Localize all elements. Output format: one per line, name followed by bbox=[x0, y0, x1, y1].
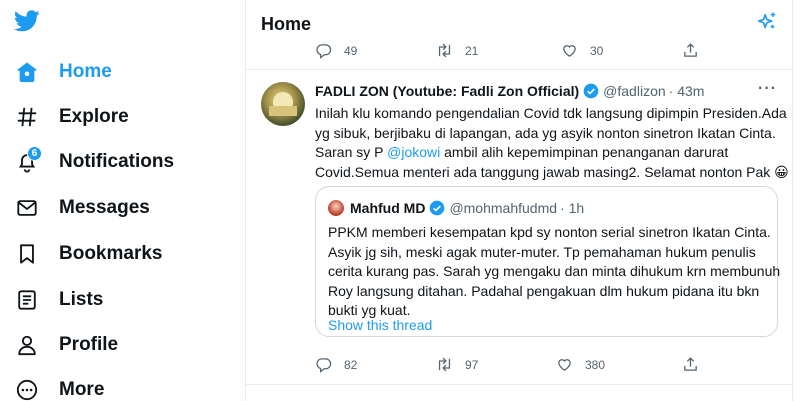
reply-button[interactable]: 82 bbox=[315, 356, 357, 373]
heart-icon bbox=[563, 45, 576, 57]
notification-badge: 6 bbox=[27, 146, 42, 161]
like-count: 380 bbox=[585, 357, 606, 372]
quoted-text-line: Roy langsung ditahan. Padahal pengakuan … bbox=[328, 282, 760, 299]
nav-label-profile: Profile bbox=[59, 334, 119, 355]
retweet-button[interactable]: 97 bbox=[436, 356, 478, 373]
nav-label-notifications: Notifications bbox=[59, 151, 175, 172]
nav-label-bookmarks: Bookmarks bbox=[59, 243, 163, 264]
quoted-author-name: Mahfud MD bbox=[350, 200, 426, 216]
tweet[interactable]: FADLI ZON (Youtube: Fadli Zon Official) … bbox=[246, 70, 792, 384]
tweet-text-line: Inilah klu komando pengendalian Covid td… bbox=[315, 105, 787, 121]
tweet-header: FADLI ZON (Youtube: Fadli Zon Official) … bbox=[315, 83, 704, 99]
sparkle-icon[interactable] bbox=[756, 11, 778, 33]
person-icon bbox=[14, 332, 40, 358]
retweet-icon bbox=[438, 43, 451, 58]
reply-icon bbox=[316, 44, 332, 59]
tweet-text-line: Covid.Semua menteri ada tanggung jawab m… bbox=[315, 163, 789, 180]
list-icon bbox=[14, 287, 40, 313]
quoted-timestamp: · 1h bbox=[560, 200, 585, 216]
sidebar-nav: Home Explore 6 Notifications Messages Bo… bbox=[0, 0, 246, 401]
quoted-avatar bbox=[328, 200, 344, 216]
hashtag-icon bbox=[14, 104, 40, 130]
nav-label-messages: Messages bbox=[59, 197, 150, 218]
like-count: 30 bbox=[590, 43, 604, 58]
bell-icon: 6 bbox=[14, 146, 42, 175]
nav-item-home[interactable]: Home bbox=[14, 55, 112, 89]
nav-label-home: Home bbox=[59, 61, 112, 82]
verified-badge-icon bbox=[583, 83, 599, 99]
previous-tweet-actions: 49 21 30 bbox=[246, 38, 792, 66]
mention-link[interactable]: @jokowi bbox=[387, 144, 440, 160]
bookmark-icon bbox=[14, 241, 40, 267]
reply-icon bbox=[316, 358, 332, 373]
quoted-tweet-text: PPKM memberi kesempatan kpd sy nonton se… bbox=[328, 223, 781, 321]
retweet-count: 97 bbox=[465, 357, 479, 372]
verified-badge-icon bbox=[430, 200, 445, 216]
envelope-icon bbox=[14, 195, 40, 221]
nav-label-more: More bbox=[59, 379, 105, 400]
nav-item-notifications[interactable]: 6 Notifications bbox=[14, 145, 174, 179]
nav-item-lists[interactable]: Lists bbox=[14, 283, 103, 317]
page-title: Home bbox=[261, 14, 312, 34]
twitter-logo-icon[interactable] bbox=[14, 10, 40, 32]
nav-item-explore[interactable]: Explore bbox=[14, 100, 129, 134]
share-icon bbox=[684, 357, 697, 371]
tweet-author-name[interactable]: FADLI ZON (Youtube: Fadli Zon Official) bbox=[315, 83, 579, 99]
tweet-text: Inilah klu komando pengendalian Covid td… bbox=[315, 104, 789, 182]
share-icon bbox=[684, 43, 697, 57]
quoted-tweet[interactable]: Mahfud MD @mohmahfudmd · 1h PPKM memberi… bbox=[315, 186, 781, 337]
quoted-text-line: Asyik jg sih, meski agak muter-muter. Tp… bbox=[328, 243, 756, 260]
retweet-icon bbox=[438, 357, 451, 372]
nav-item-profile[interactable]: Profile bbox=[14, 328, 118, 362]
tweet-separator bbox=[246, 384, 792, 385]
more-options-icon[interactable]: ··· bbox=[758, 80, 777, 98]
share-button[interactable] bbox=[682, 42, 711, 59]
nav-label-explore: Explore bbox=[59, 106, 129, 127]
nav-item-messages[interactable]: Messages bbox=[14, 191, 150, 225]
show-thread-link[interactable]: Show this thread bbox=[328, 317, 432, 333]
nav-item-more[interactable]: More bbox=[14, 373, 104, 401]
quoted-tweet-header: Mahfud MD @mohmahfudmd · 1h bbox=[328, 200, 584, 216]
reply-count: 49 bbox=[344, 43, 358, 58]
reply-count: 82 bbox=[344, 357, 358, 372]
tweet-author-handle[interactable]: @fadlizon bbox=[603, 83, 665, 99]
like-button[interactable]: 380 bbox=[556, 356, 605, 373]
more-circle-icon bbox=[14, 377, 40, 401]
retweet-count: 21 bbox=[465, 43, 479, 58]
avatar[interactable] bbox=[261, 82, 305, 126]
quoted-text-line: cerita kurang pas. Sarah yg mengaku dan … bbox=[328, 263, 781, 279]
home-icon bbox=[14, 59, 40, 85]
reply-button[interactable]: 49 bbox=[315, 42, 357, 59]
retweet-button[interactable]: 21 bbox=[436, 42, 478, 59]
heart-icon bbox=[558, 359, 571, 371]
nav-item-bookmarks[interactable]: Bookmarks bbox=[14, 237, 163, 271]
timeline-right-border bbox=[792, 0, 793, 401]
tweet-timestamp[interactable]: · 43m bbox=[669, 83, 705, 99]
share-button[interactable] bbox=[682, 356, 711, 373]
tweet-actions: 82 97 380 bbox=[315, 354, 785, 378]
quoted-author-handle: @mohmahfudmd bbox=[449, 200, 558, 216]
tweet-text-line: yg sibuk, berjibaku di lapangan, ada yg … bbox=[315, 124, 776, 141]
like-button[interactable]: 30 bbox=[561, 42, 603, 59]
quoted-text-line: PPKM memberi kesempatan kpd sy nonton se… bbox=[328, 224, 771, 240]
tweet-text-line: Saran sy P @jokowi ambil alih kepemimpin… bbox=[315, 144, 729, 160]
nav-label-lists: Lists bbox=[59, 289, 104, 310]
